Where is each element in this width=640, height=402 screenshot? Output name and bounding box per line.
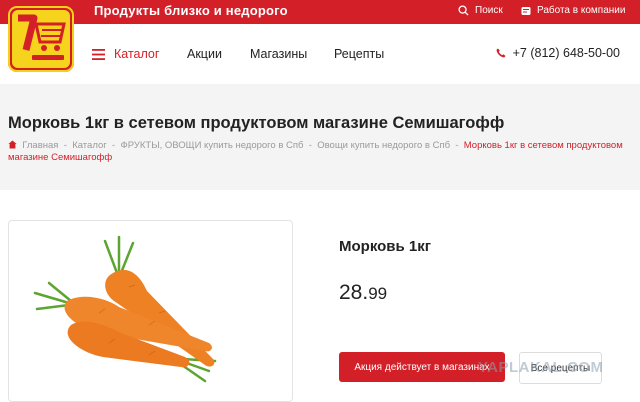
price-cents: 99	[368, 284, 388, 303]
breadcrumb-vegetables[interactable]: Овощи купить недорого в Спб	[317, 140, 450, 151]
breadcrumb-separator: -	[455, 140, 459, 151]
phone-number: +7 (812) 648-50-00	[512, 46, 620, 60]
phone-link[interactable]: +7 (812) 648-50-00	[496, 46, 620, 60]
watermark: YAPLAKAL.COM	[478, 359, 604, 376]
price-main: 28.	[339, 281, 369, 304]
jobs-label: Работа в компании	[537, 5, 626, 16]
breadcrumb: Главная - Каталог - ФРУКТЫ, ОВОЩИ купить…	[8, 140, 640, 164]
breadcrumb-home[interactable]: Главная	[22, 140, 58, 151]
carrots-image	[33, 235, 217, 383]
title-band	[0, 84, 640, 190]
top-bar: Продукты близко и недорого Поиск Работа …	[0, 0, 640, 24]
document-icon	[521, 6, 531, 15]
nav-promotions[interactable]: Акции	[187, 47, 222, 61]
breadcrumb-separator: -	[63, 140, 67, 151]
search-label: Поиск	[475, 5, 503, 16]
search-link[interactable]: Поиск	[458, 5, 503, 16]
catalog-label: Каталог	[114, 47, 160, 61]
catalog-menu[interactable]: Каталог	[92, 47, 159, 61]
phone-icon	[496, 48, 506, 58]
breadcrumb-separator: -	[308, 140, 312, 151]
breadcrumb-fruits-vegetables[interactable]: ФРУКТЫ, ОВОЩИ купить недорого в Спб	[120, 140, 303, 151]
nav-recipes[interactable]: Рецепты	[334, 47, 384, 61]
breadcrumb-separator: -	[112, 140, 116, 151]
tagline: Продукты близко и недорого	[94, 3, 288, 18]
nav-stores[interactable]: Магазины	[250, 47, 307, 61]
breadcrumb-catalog[interactable]: Каталог	[72, 140, 107, 151]
product-name: Морковь 1кг	[339, 238, 431, 255]
product-price: 28.99	[339, 281, 387, 305]
hamburger-icon	[92, 48, 105, 60]
search-icon	[458, 5, 469, 16]
page-title: Морковь 1кг в сетевом продуктовом магази…	[8, 114, 505, 132]
home-icon[interactable]	[8, 140, 17, 149]
jobs-link[interactable]: Работа в компании	[521, 5, 625, 16]
product-image[interactable]	[8, 220, 293, 402]
